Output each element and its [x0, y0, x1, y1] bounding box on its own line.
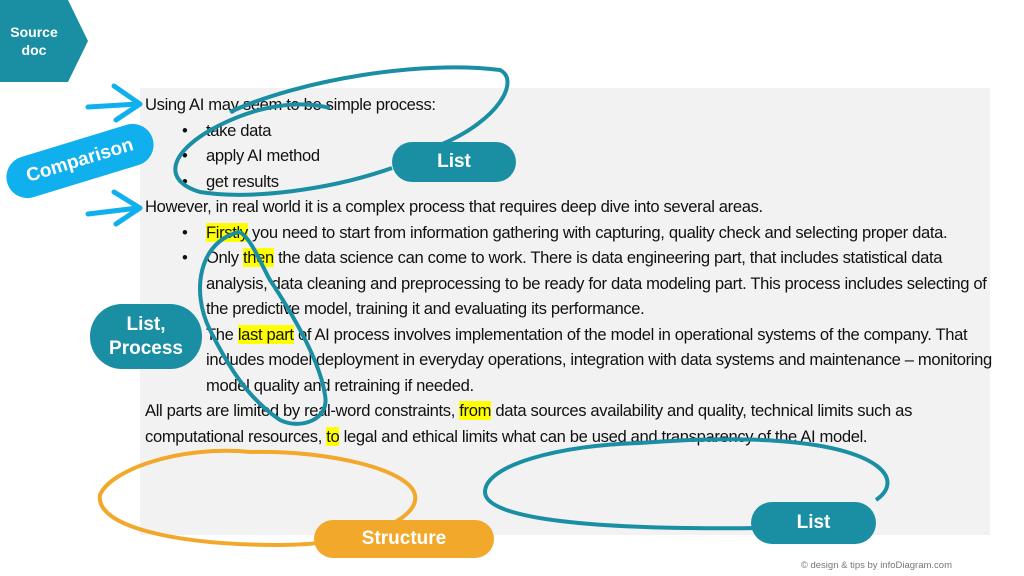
step-text: The [206, 324, 238, 344]
highlight-last-part: last part [237, 324, 294, 344]
structure-label: Structure [314, 520, 494, 558]
complex-steps-list: Firstly you need to start from informati… [145, 220, 995, 399]
comparison-label: Comparison [1, 118, 159, 204]
list-label-top: List [392, 142, 516, 182]
highlight-firstly: Firstly [206, 222, 248, 242]
source-tag-line1: Source [10, 24, 58, 40]
step-text: Only [206, 248, 243, 267]
complex-step: Only then the data science can come to w… [145, 245, 995, 322]
step-text: you need to start from information gathe… [247, 222, 948, 242]
highlight-from: from [459, 401, 492, 420]
simple-step: take data [145, 118, 995, 144]
footer-credit: © design & tips by infoDiagram.com [800, 560, 952, 571]
intro-line: Using AI may seem to be simple process: [145, 95, 436, 114]
document-text: Using AI may seem to be simple process: … [145, 92, 995, 449]
list-process-line2: Process [109, 337, 183, 359]
simple-steps-list: take data apply AI method get results [145, 118, 995, 195]
step-text: of AI process involves implementation of… [206, 324, 992, 395]
complex-step: Firstly you need to start from informati… [145, 220, 995, 246]
arrow-icon [85, 189, 143, 227]
arrow-icon [85, 83, 143, 123]
source-tag-line2: doc [21, 42, 47, 58]
list-process-line1: List, [126, 313, 166, 335]
conclusion-paragraph: All parts are limited by real-word const… [145, 398, 995, 449]
simple-step: apply AI method [145, 143, 995, 169]
conclusion-text: All parts are limited by real-word const… [145, 401, 460, 420]
list-label-bottom: List [751, 502, 876, 544]
however-line: However, in real world it is a complex p… [145, 197, 763, 216]
highlight-then: then [242, 248, 274, 267]
list-process-label: List, Process [90, 304, 202, 369]
step-text: the data science can come to work. There… [206, 248, 987, 318]
conclusion-text: legal and ethical limits what can be use… [339, 426, 868, 446]
complex-step: The last part of AI process involves imp… [145, 322, 995, 399]
simple-step: get results [145, 169, 995, 195]
highlight-to: to [326, 426, 340, 446]
source-doc-tag: Source doc [0, 0, 88, 82]
